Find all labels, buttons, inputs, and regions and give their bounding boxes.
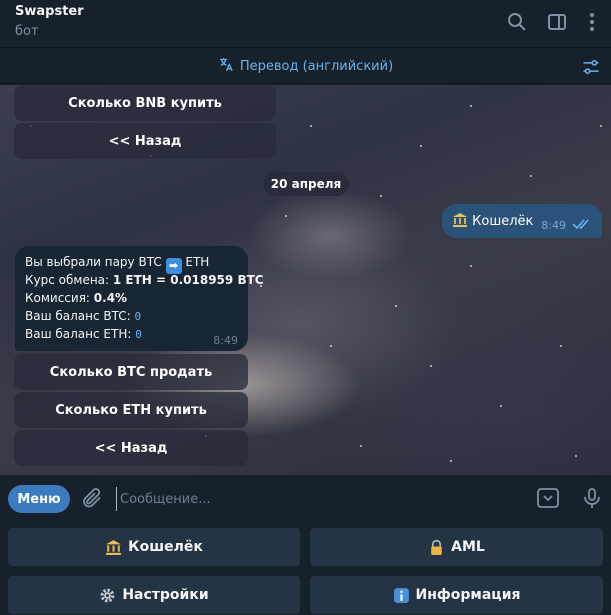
reply-button-info[interactable]: Информация bbox=[310, 576, 603, 614]
paperclip-icon[interactable] bbox=[80, 486, 104, 510]
inline-button-bnb-buy[interactable]: Сколько BNB купить bbox=[14, 85, 276, 121]
reply-button-settings[interactable]: Настройки bbox=[8, 576, 300, 614]
outgoing-message-label: Кошелёк bbox=[472, 214, 534, 229]
keyboard-toggle-icon[interactable] bbox=[536, 486, 560, 510]
btc-balance-value[interactable]: 0 bbox=[135, 310, 142, 323]
reply-button-wallet-label: Кошелёк bbox=[128, 539, 203, 555]
inline-button-back-top[interactable]: << Назад bbox=[14, 123, 276, 159]
outgoing-message[interactable]: Кошелёк 8:49 bbox=[442, 204, 602, 238]
pair-prefix: Вы выбрали пару BTC bbox=[25, 255, 162, 269]
eth-balance-line: Ваш баланс ETH: 0 bbox=[25, 327, 142, 341]
fee-label: Комиссия: bbox=[25, 291, 94, 305]
sidebar-toggle-icon[interactable] bbox=[545, 10, 569, 34]
eth-balance-value[interactable]: 0 bbox=[135, 328, 142, 341]
double-check-icon bbox=[572, 218, 592, 230]
more-vertical-icon[interactable] bbox=[580, 10, 604, 34]
chat-header: Swapster бот bbox=[0, 0, 611, 48]
arrow-right-icon: ➡ bbox=[165, 258, 182, 274]
reply-button-info-label: Информация bbox=[415, 587, 521, 603]
bank-icon bbox=[105, 539, 122, 556]
lock-icon bbox=[428, 539, 445, 556]
chat-title[interactable]: Swapster bbox=[15, 4, 84, 19]
search-icon[interactable] bbox=[505, 10, 529, 34]
chat-subtitle: бот bbox=[15, 24, 39, 39]
chat-area[interactable]: Сколько BNB купить << Назад 20 апреля Ко… bbox=[0, 85, 611, 475]
pair-line: Вы выбрали пару BTC ➡ ETH bbox=[25, 255, 209, 274]
translate-button[interactable]: Перевод (английский) bbox=[0, 49, 611, 84]
btc-balance-label: Ваш баланс BTC: bbox=[25, 309, 135, 323]
inline-button-eth-buy[interactable]: Сколько ETH купить bbox=[14, 392, 248, 428]
gear-icon bbox=[99, 587, 116, 604]
rate-label: Курс обмена: bbox=[25, 273, 113, 287]
composer: Меню bbox=[0, 475, 611, 522]
outgoing-message-text: Кошелёк bbox=[452, 212, 533, 229]
translate-bar: Перевод (английский) bbox=[0, 49, 611, 84]
pair-suffix: ETH bbox=[185, 255, 210, 269]
translate-settings-icon[interactable] bbox=[581, 57, 601, 77]
bank-icon bbox=[452, 212, 468, 228]
translate-label: Перевод (английский) bbox=[239, 59, 394, 74]
eth-balance-label: Ваш баланс ETH: bbox=[25, 327, 136, 341]
fee-line: Комиссия: 0.4% bbox=[25, 291, 127, 305]
date-separator: 20 апреля bbox=[263, 172, 349, 196]
btc-balance-line: Ваш баланс BTC: 0 bbox=[25, 309, 141, 323]
message-input[interactable] bbox=[116, 487, 516, 511]
fee-value: 0.4% bbox=[93, 291, 128, 305]
reply-button-aml-label: AML bbox=[451, 539, 485, 555]
outgoing-message-time: 8:49 bbox=[541, 219, 566, 232]
rate-line: Курс обмена: 1 ETH = 0.018959 BTC bbox=[25, 273, 264, 287]
inline-button-back[interactable]: << Назад bbox=[14, 430, 248, 466]
translate-icon bbox=[218, 56, 235, 77]
incoming-message-time: 8:49 bbox=[213, 334, 238, 347]
menu-button[interactable]: Меню bbox=[8, 485, 70, 513]
info-icon bbox=[393, 587, 410, 604]
reply-button-settings-label: Настройки bbox=[122, 587, 209, 603]
reply-button-aml[interactable]: AML bbox=[310, 528, 603, 566]
microphone-icon[interactable] bbox=[580, 486, 604, 510]
reply-button-wallet[interactable]: Кошелёк bbox=[8, 528, 300, 566]
rate-value: 1 ETH = 0.018959 BTC bbox=[112, 273, 264, 287]
reply-keyboard: Кошелёк AML Настройки Информация bbox=[0, 522, 611, 615]
inline-button-btc-sell[interactable]: Сколько BTC продать bbox=[14, 354, 248, 390]
incoming-message[interactable]: Вы выбрали пару BTC ➡ ETH Курс обмена: 1… bbox=[15, 246, 264, 351]
